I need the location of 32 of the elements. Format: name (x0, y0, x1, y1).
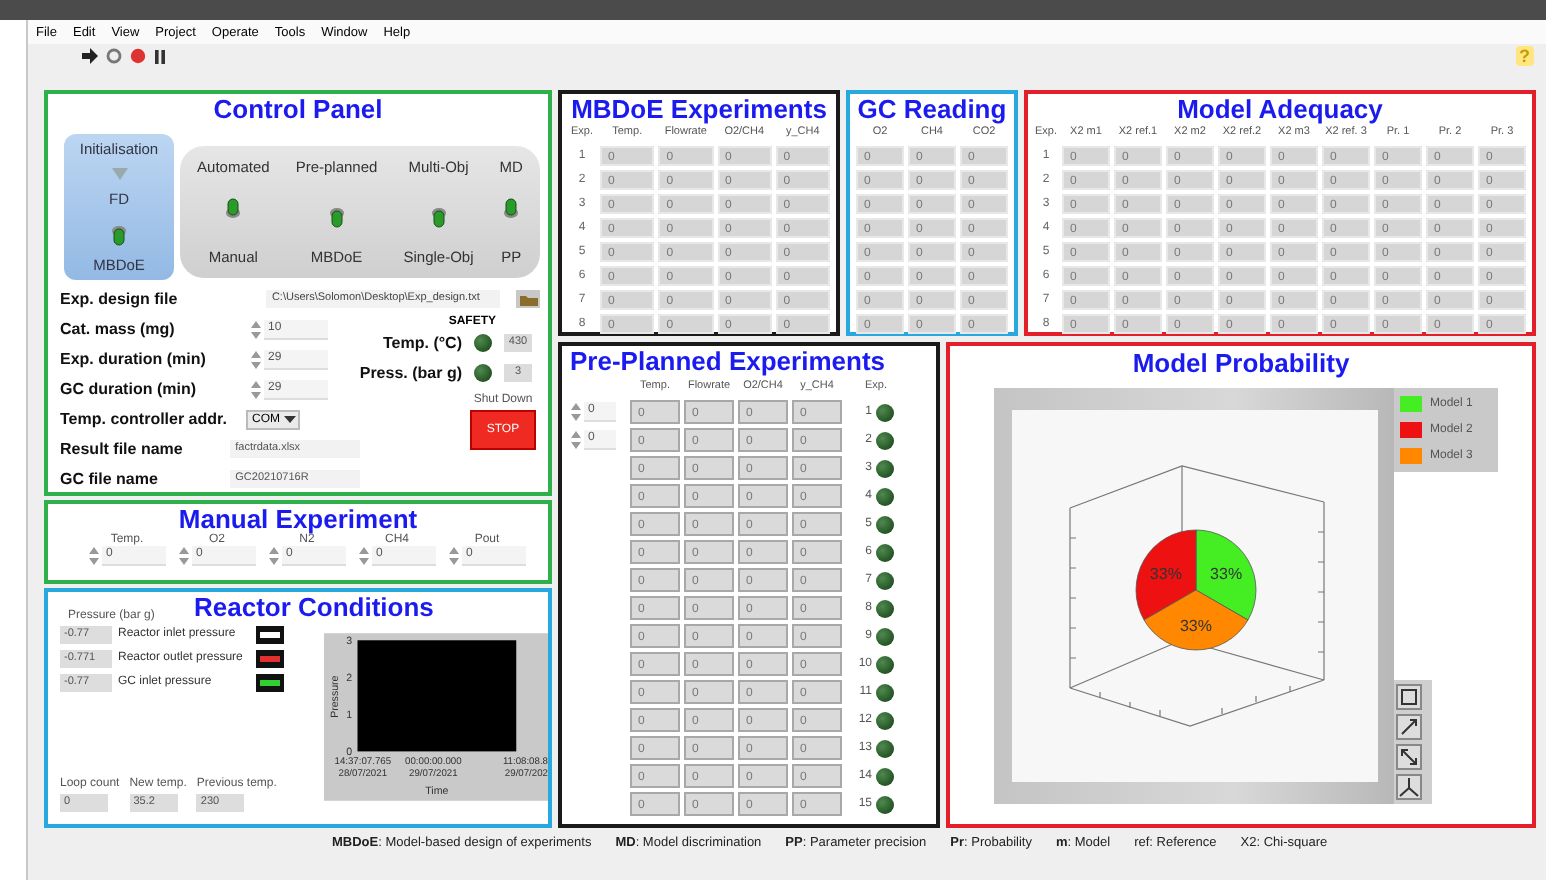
field-label: Result file name (60, 440, 185, 458)
caret-icon (284, 414, 296, 424)
triangle-icon (111, 167, 127, 180)
run-continuously-icon[interactable] (106, 48, 122, 64)
panel-title: Model Adequacy (1175, 94, 1385, 124)
field-label: Cat. mass (mg) (60, 320, 177, 338)
field-label: GC file name (60, 470, 160, 488)
panel-title: Model Probability (1130, 346, 1352, 382)
field-label: Temp. controller addr. (60, 410, 229, 428)
panel-title: GC Reading (855, 94, 1009, 124)
graph-tool-button[interactable] (1396, 744, 1422, 770)
abort-icon[interactable] (130, 48, 146, 64)
data-label: 33% (1179, 616, 1211, 635)
field-label: GC duration (min) (60, 380, 198, 398)
data-label: 33% (1209, 564, 1242, 583)
panel-title: Reactor Conditions (194, 592, 434, 622)
graph-tool-button[interactable] (1396, 714, 1422, 740)
field-label: Exp. duration (min) (60, 350, 208, 368)
field-label: Press. (bar g) (359, 364, 462, 382)
graph-tool-button[interactable] (1396, 774, 1422, 800)
run-icon[interactable] (82, 48, 98, 64)
pause-icon[interactable] (154, 49, 166, 63)
panel-title: Manual Experiment (176, 504, 420, 534)
folder-icon (519, 293, 538, 305)
panel-title: Pre-Planned Experiments (568, 346, 887, 378)
browse-button[interactable] (516, 290, 540, 308)
panel-title: MBDoE Experiments (569, 94, 829, 124)
data-label: 33% (1148, 564, 1181, 583)
field-label: Exp. design file (60, 290, 180, 308)
field-label: Temp. (°C) (383, 334, 462, 352)
panel-title: Control Panel (211, 94, 385, 124)
graph-tool-button[interactable] (1396, 684, 1422, 710)
